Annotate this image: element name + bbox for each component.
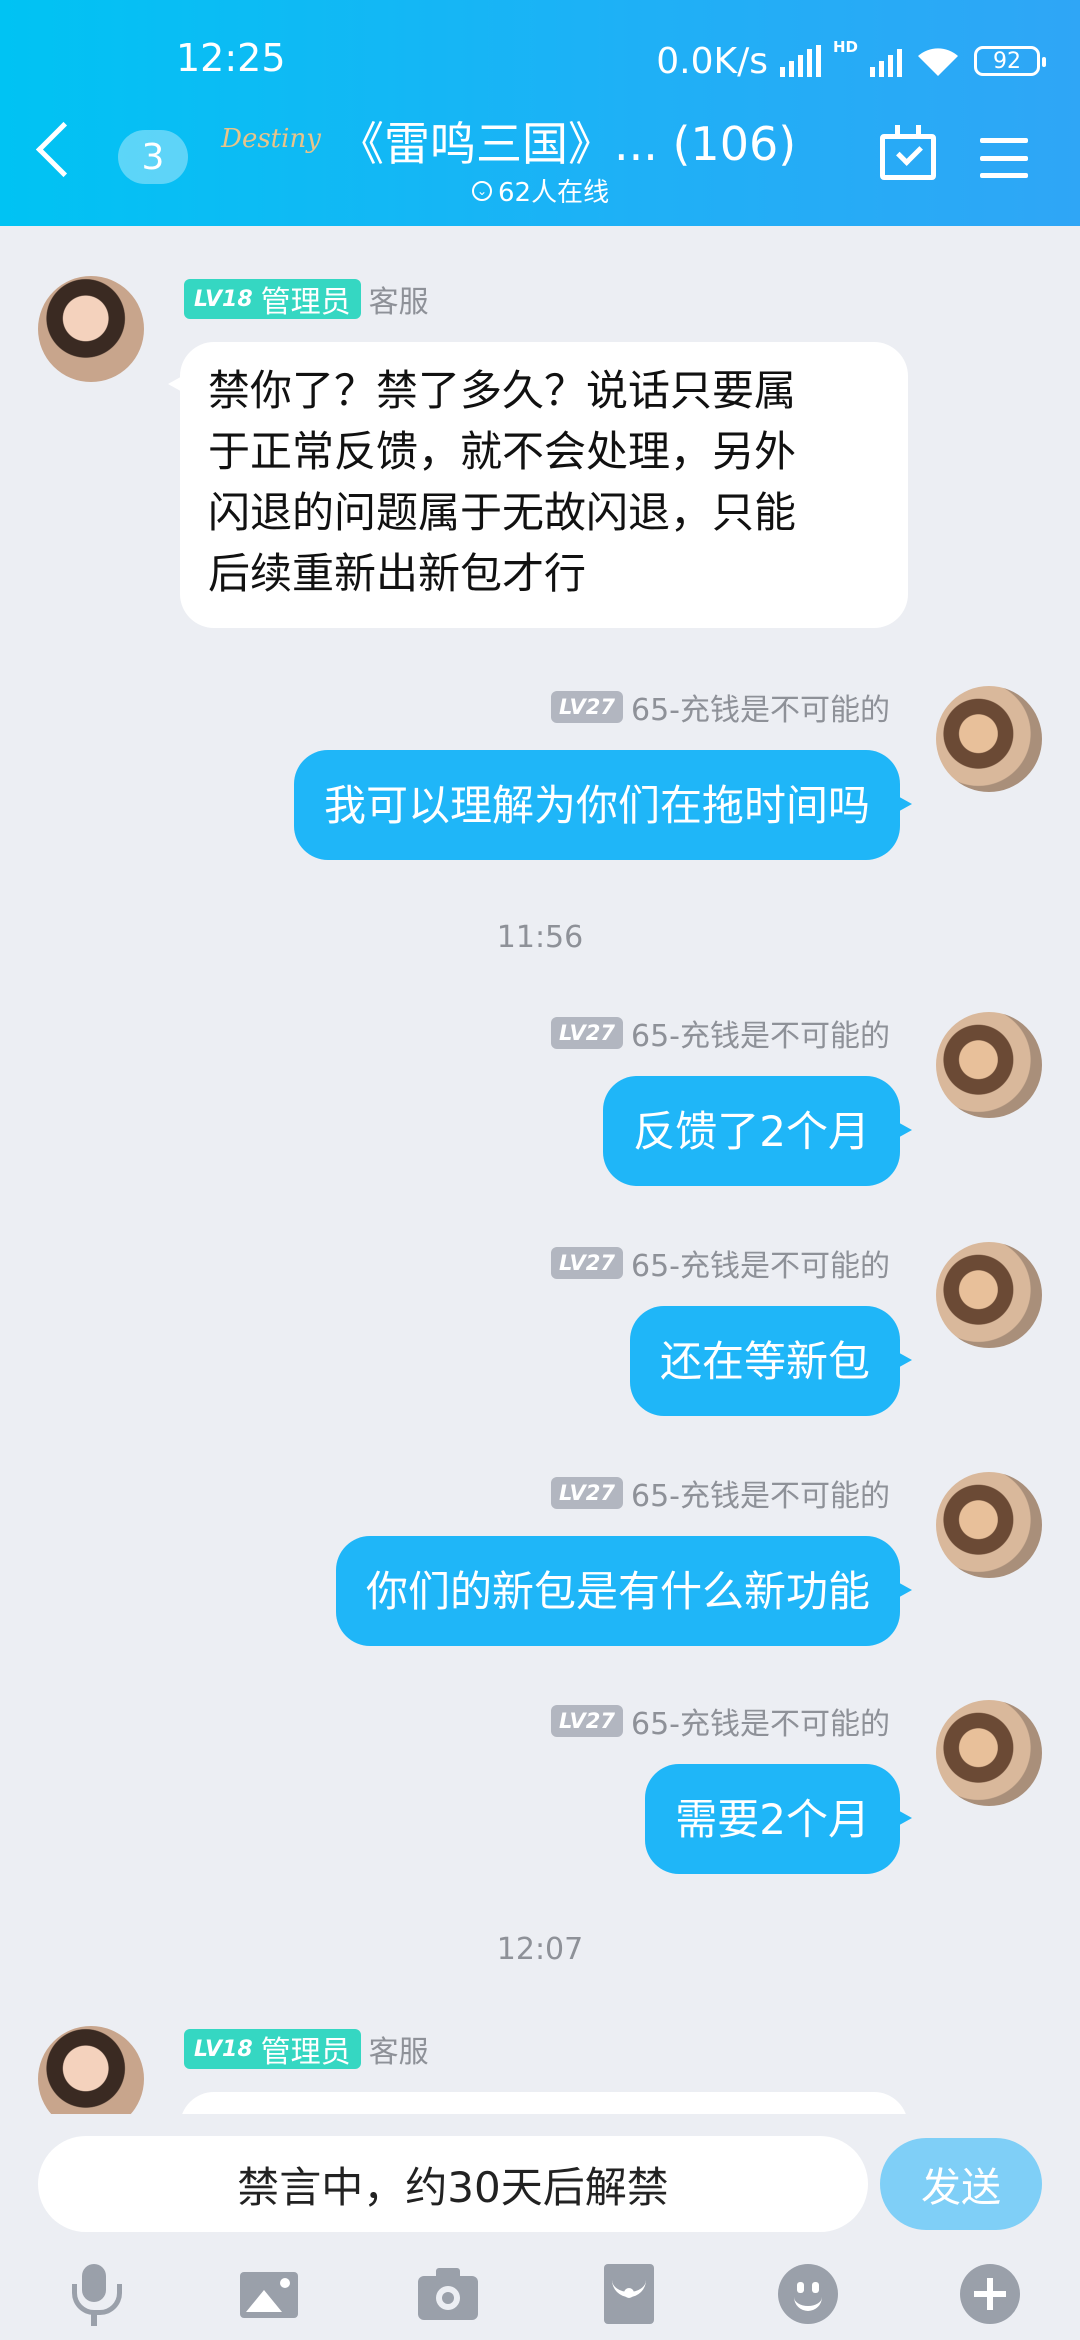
online-count: 62人在线 xyxy=(498,178,610,208)
role-label: 管理员 xyxy=(260,285,351,320)
message-line: 后续重新出新包才行 xyxy=(208,549,587,598)
message-bubble[interactable]: 还在等新包 xyxy=(629,1306,913,1416)
message-input[interactable]: 禁言中，约30天后解禁 xyxy=(38,2136,868,2232)
sender-name[interactable]: 65-充钱是不可能的 xyxy=(631,1241,890,1285)
red-packet-icon[interactable] xyxy=(598,2262,662,2326)
level-badge: LV27 xyxy=(551,1017,623,1049)
message-bubble[interactable] xyxy=(180,2092,908,2114)
battery-level: 92 xyxy=(993,48,1021,74)
status-icons: 0.0K/s HD 92 xyxy=(656,36,1046,86)
wifi-icon xyxy=(918,48,958,76)
sender-name[interactable]: 65-充钱是不可能的 xyxy=(631,1011,890,1055)
sender-name[interactable]: 65-充钱是不可能的 xyxy=(631,1471,890,1515)
sender-meta: LV27 65-充钱是不可能的 xyxy=(551,1700,890,1742)
message-line: 于正常反馈，就不会处理，另外 xyxy=(208,427,797,476)
message-bubble[interactable]: 需要2个月 xyxy=(645,1764,912,1874)
group-title[interactable]: 《雷鸣三国》... (106) xyxy=(338,108,796,174)
signal2-icon xyxy=(870,45,902,77)
message-bubble[interactable]: 你们的新包是有什么新功能 xyxy=(335,1536,913,1646)
level-badge: LV27 xyxy=(551,1477,623,1509)
message-bubble[interactable]: 我可以理解为你们在拖时间吗 xyxy=(293,750,913,860)
avatar[interactable] xyxy=(936,1472,1042,1578)
online-status[interactable]: ⌄ 62人在线 xyxy=(472,172,609,209)
chat-area[interactable]: LV18 管理员 客服 禁你了？禁了多久？说话只要属 于正常反馈，就不会处理，另外… xyxy=(0,226,1080,2114)
sender-name[interactable]: 客服 xyxy=(369,2027,429,2071)
admin-badge: LV18 管理员 xyxy=(184,2029,361,2070)
message-line: 禁你了？禁了多久？说话只要属 xyxy=(208,366,797,415)
sender-meta: LV27 65-充钱是不可能的 xyxy=(551,1242,890,1284)
sender-name[interactable]: 客服 xyxy=(369,277,429,321)
role-label: 管理员 xyxy=(260,2035,351,2070)
timestamp: 12:07 xyxy=(496,1932,584,1967)
top-bar: 12:25 0.0K/s HD 92 3 Destiny 《雷鸣三国》... (… xyxy=(0,0,1080,226)
emoji-icon[interactable] xyxy=(776,2262,840,2326)
avatar[interactable] xyxy=(936,1242,1042,1348)
sender-meta: LV18 管理员 客服 xyxy=(184,278,429,320)
avatar[interactable] xyxy=(936,1700,1042,1806)
calendar-checkin-icon[interactable] xyxy=(880,125,936,180)
group-logo: Destiny xyxy=(221,124,321,154)
avatar[interactable] xyxy=(936,686,1042,792)
avatar[interactable] xyxy=(936,1012,1042,1118)
input-toolbar xyxy=(0,2252,1080,2332)
hd-label: HD xyxy=(832,38,858,56)
plus-icon[interactable] xyxy=(958,2262,1022,2326)
sender-meta: LV27 65-充钱是不可能的 xyxy=(551,1012,890,1054)
unread-count-badge[interactable]: 3 xyxy=(118,130,188,184)
sender-name[interactable]: 65-充钱是不可能的 xyxy=(631,685,890,729)
image-icon[interactable] xyxy=(238,2262,302,2326)
menu-icon[interactable] xyxy=(980,138,1028,178)
online-icon: ⌄ xyxy=(472,180,492,201)
sender-meta: LV27 65-充钱是不可能的 xyxy=(551,1472,890,1514)
message-line: 闪退的问题属于无故闪退，只能 xyxy=(208,488,797,537)
status-time: 12:25 xyxy=(176,36,286,80)
send-button[interactable]: 发送 xyxy=(880,2138,1042,2230)
signal-icon xyxy=(779,45,821,77)
sender-name[interactable]: 65-充钱是不可能的 xyxy=(631,1699,890,1743)
level-badge: LV27 xyxy=(551,1705,623,1737)
level-badge: LV27 xyxy=(551,1247,623,1279)
admin-badge: LV18 管理员 xyxy=(184,279,361,320)
level-badge: LV27 xyxy=(551,691,623,723)
net-speed: 0.0K/s xyxy=(656,40,768,82)
level-badge: LV18 xyxy=(194,286,253,312)
camera-icon[interactable] xyxy=(416,2262,480,2326)
level-badge: LV18 xyxy=(194,2036,253,2062)
sender-meta: LV18 管理员 客服 xyxy=(184,2028,429,2070)
mic-icon[interactable] xyxy=(62,2262,126,2326)
battery-icon: 92 xyxy=(974,46,1046,76)
timestamp: 11:56 xyxy=(496,920,584,955)
back-button[interactable] xyxy=(35,121,92,178)
message-bubble[interactable]: 反馈了2个月 xyxy=(603,1076,912,1186)
input-bar: 禁言中，约30天后解禁 发送 xyxy=(0,2114,1080,2340)
sender-meta: LV27 65-充钱是不可能的 xyxy=(551,686,890,728)
message-bubble[interactable]: 禁你了？禁了多久？说话只要属 于正常反馈，就不会处理，另外 闪退的问题属于无故闪… xyxy=(168,342,908,628)
avatar[interactable] xyxy=(38,2026,144,2114)
avatar[interactable] xyxy=(38,276,144,382)
